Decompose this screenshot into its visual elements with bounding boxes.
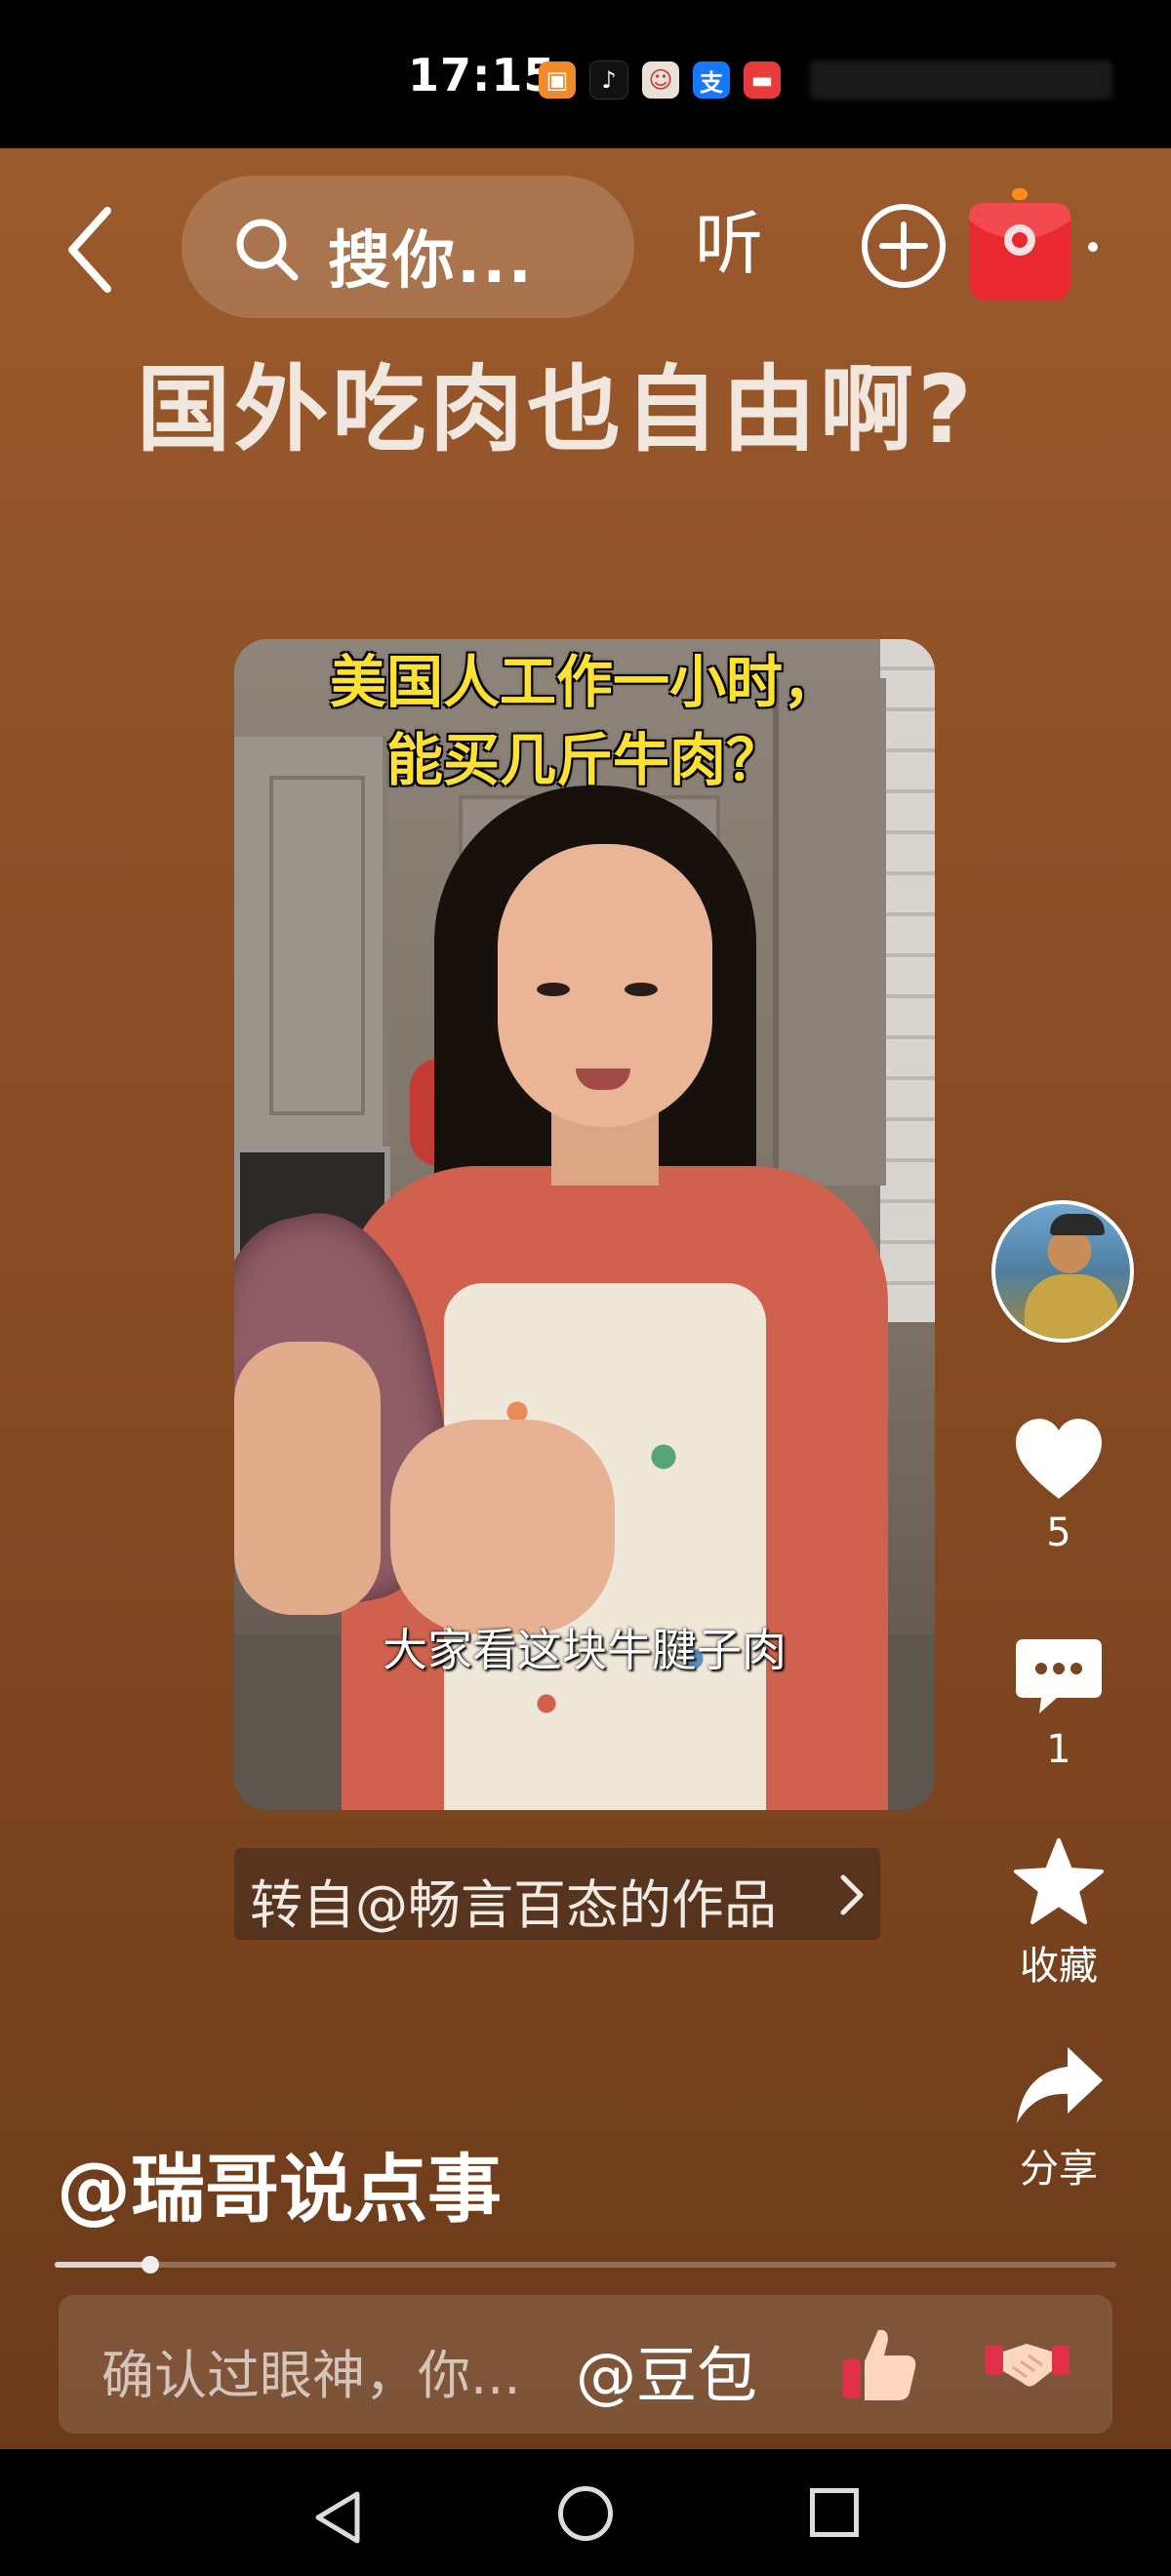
more-dot[interactable] xyxy=(1088,242,1098,252)
search-icon xyxy=(236,219,299,281)
chevron-right-icon xyxy=(840,1874,864,1915)
add-icon[interactable] xyxy=(859,201,949,291)
system-nav-bar xyxy=(0,2449,1171,2576)
like-button[interactable]: 5 xyxy=(997,1417,1120,1555)
video-headline: 美国人工作一小时， 能买几斤牛肉？ xyxy=(329,649,839,793)
thumbs-up-emoji[interactable] xyxy=(839,2322,921,2404)
handshake-emoji[interactable] xyxy=(984,2322,1071,2404)
nav-back-icon[interactable] xyxy=(310,2488,365,2547)
status-app-icons: ▣ ♪ ☺ 支 ▬ xyxy=(539,60,781,100)
post-title: 国外吃肉也自由啊? xyxy=(137,355,976,464)
back-icon[interactable] xyxy=(59,201,127,299)
search-bar[interactable]: 搜你... xyxy=(182,176,634,318)
video-feed-page: 搜你... 听 国外吃肉也自由啊? 美国人工作一小时， 能买几斤牛肉？ 大家看这… xyxy=(0,148,1171,2449)
comment-input-bar[interactable]: 确认过眼神，你... @豆包 xyxy=(59,2295,1112,2434)
comment-icon xyxy=(1016,1639,1102,1713)
status-indicators xyxy=(810,60,1112,100)
comment-button[interactable]: 1 xyxy=(997,1635,1120,1772)
red-packet-icon[interactable] xyxy=(961,180,1078,306)
alipay-icon: 支 xyxy=(693,61,730,99)
star-icon xyxy=(1014,1838,1104,1924)
favorite-button[interactable]: 收藏 xyxy=(997,1836,1120,1991)
video-progress-bar[interactable] xyxy=(55,2256,1116,2274)
likes-count: 5 xyxy=(1046,1510,1071,1555)
search-placeholder: 搜你... xyxy=(328,225,534,298)
comments-count: 1 xyxy=(1046,1727,1071,1772)
status-time: 17:15 xyxy=(408,49,556,101)
share-icon xyxy=(1017,2047,1103,2123)
repost-label: 转自@畅言百态的作品 xyxy=(250,1874,777,1936)
repost-link[interactable]: 转自@畅言百态的作品 xyxy=(234,1848,880,1940)
author-avatar[interactable] xyxy=(991,1200,1134,1343)
video-subtitle: 大家看这块牛腱子肉 xyxy=(383,1624,787,1676)
status-bar: 17:15 ▣ ♪ ☺ 支 ▬ xyxy=(0,0,1171,148)
comment-placeholder: 确认过眼神，你... xyxy=(101,2345,521,2406)
mention-doubao[interactable]: @豆包 xyxy=(576,2326,757,2414)
listen-button[interactable]: 听 xyxy=(695,189,763,288)
author-name[interactable]: @瑞哥说点事 xyxy=(57,2129,502,2236)
heart-icon xyxy=(1016,1419,1102,1499)
favorite-label: 收藏 xyxy=(1020,1944,1098,1989)
share-label: 分享 xyxy=(1020,2147,1098,2192)
progress-knob[interactable] xyxy=(141,2256,159,2274)
progress-fill xyxy=(55,2262,150,2268)
app-mascot-icon: ☺ xyxy=(642,61,679,99)
nav-home-icon[interactable] xyxy=(558,2486,613,2541)
huawei-store-icon: ▬ xyxy=(744,61,781,99)
nav-recents-icon[interactable] xyxy=(810,2488,859,2537)
tiktok-icon: ♪ xyxy=(589,60,628,100)
share-button[interactable]: 分享 xyxy=(997,2041,1120,2194)
video-player[interactable]: 美国人工作一小时， 能买几斤牛肉？ 大家看这块牛腱子肉 xyxy=(234,639,935,1810)
app-notify-icon: ▣ xyxy=(539,61,576,99)
